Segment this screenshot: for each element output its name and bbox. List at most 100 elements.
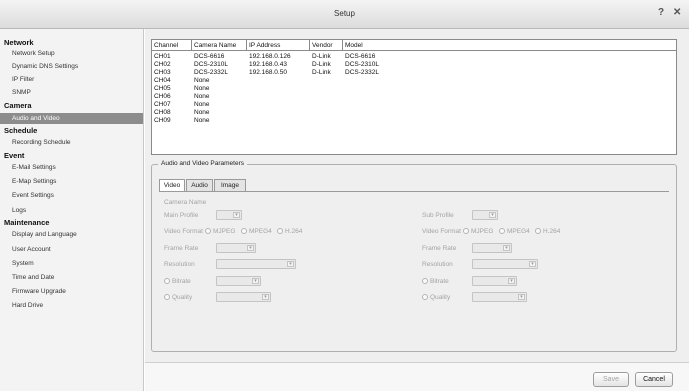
main-resolution-select[interactable]: ▾ (216, 259, 296, 269)
main-panel: Channel Camera Name IP Address Vendor Mo… (145, 29, 689, 362)
cell-channel: CH04 (154, 77, 171, 84)
cell-channel: CH09 (154, 117, 171, 124)
sidebar-item-event-settings[interactable]: Event Settings (12, 190, 143, 201)
sub-profile-select[interactable]: ▾ (472, 210, 498, 220)
cell-camera-name: DCS-2310L (194, 61, 228, 68)
tab-divider (159, 191, 669, 192)
table-row[interactable]: CH04 None (152, 77, 676, 85)
col-channel[interactable]: Channel (152, 40, 192, 51)
sidebar-item-firmware-upgrade[interactable]: Firmware Upgrade (12, 286, 143, 297)
window-title: Setup (334, 9, 355, 18)
sidebar-item-dynamic-dns[interactable]: Dynamic DNS Settings (12, 61, 143, 72)
cell-channel: CH01 (154, 53, 171, 60)
table-row[interactable]: CH09 None (152, 117, 676, 125)
sidebar-group-maintenance: Maintenance (4, 218, 50, 227)
main-profile-select[interactable]: ▾ (216, 210, 242, 220)
sub-format-mjpeg-radio[interactable] (463, 228, 469, 234)
sub-bitrate-label: Bitrate (430, 278, 449, 285)
help-icon[interactable]: ? (658, 8, 664, 18)
main-format-mjpeg-label: MJPEG (213, 228, 236, 235)
chevron-down-icon: ▾ (247, 245, 254, 251)
table-row[interactable]: CH07 None (152, 101, 676, 109)
sidebar-item-snmp[interactable]: SNMP (12, 87, 143, 98)
table-row[interactable]: CH05 None (152, 85, 676, 93)
cell-camera-name: None (194, 77, 210, 84)
chevron-down-icon: ▾ (508, 278, 515, 284)
main-quality-select[interactable]: ▾ (216, 292, 271, 302)
main-bitrate-select[interactable]: ▾ (216, 276, 261, 286)
sidebar-item-network-setup[interactable]: Network Setup (12, 48, 143, 59)
sub-bitrate-select[interactable]: ▾ (472, 276, 517, 286)
sub-bitrate-radio[interactable] (422, 278, 428, 284)
table-row[interactable]: CH06 None (152, 93, 676, 101)
close-icon[interactable]: ✕ (673, 8, 681, 18)
sidebar-item-email-settings[interactable]: E-Mail Settings (12, 162, 143, 173)
sub-format-mpeg4-radio[interactable] (499, 228, 505, 234)
main-frame-rate-select[interactable]: ▾ (216, 243, 256, 253)
cancel-button[interactable]: Cancel (635, 372, 673, 387)
sub-format-h264-radio[interactable] (535, 228, 541, 234)
sub-quality-label: Quality (430, 294, 451, 301)
sub-quality-radio[interactable] (422, 294, 428, 300)
cell-model: DCS-2310L (345, 61, 379, 68)
main-bitrate-radio[interactable] (164, 278, 170, 284)
main-bitrate-label: Bitrate (172, 278, 191, 285)
chevron-down-icon: ▾ (252, 278, 259, 284)
sub-quality-select[interactable]: ▾ (472, 292, 527, 302)
sidebar-group-network: Network (4, 38, 34, 47)
sidebar-item-audio-video[interactable]: Audio and Video (0, 113, 143, 124)
sidebar-item-hard-drive[interactable]: Hard Drive (12, 300, 143, 311)
cell-channel: CH03 (154, 69, 171, 76)
cell-channel: CH08 (154, 109, 171, 116)
table-row[interactable]: CH08 None (152, 109, 676, 117)
main-format-h264-radio[interactable] (277, 228, 283, 234)
sidebar-group-event: Event (4, 151, 25, 160)
col-model[interactable]: Model (343, 40, 678, 51)
tab-audio[interactable]: Audio (186, 179, 213, 191)
col-vendor[interactable]: Vendor (310, 40, 343, 51)
sidebar-nav: Network Network Setup Dynamic DNS Settin… (0, 29, 144, 391)
cell-model: DCS-6616 (345, 53, 376, 60)
table-row[interactable]: CH01 DCS-6616 192.168.0.126 D-Link DCS-6… (152, 53, 676, 61)
chevron-down-icon: ▾ (503, 245, 510, 251)
sidebar-item-logs[interactable]: Logs (12, 205, 143, 216)
tab-video[interactable]: Video (159, 179, 185, 191)
main-format-mpeg4-radio[interactable] (241, 228, 247, 234)
cell-channel: CH05 (154, 85, 171, 92)
main-quality-label: Quality (172, 294, 193, 301)
table-row[interactable]: CH02 DCS-2310L 192.168.0.43 D-Link DCS-2… (152, 61, 676, 69)
sidebar-item-recording-schedule[interactable]: Recording Schedule (12, 137, 143, 148)
save-button[interactable]: Save (593, 372, 629, 387)
sub-format-mpeg4-label: MPEG4 (507, 228, 530, 235)
table-row[interactable]: CH03 DCS-2332L 192.168.0.50 D-Link DCS-2… (152, 69, 676, 77)
sidebar-item-system[interactable]: System (12, 258, 143, 269)
sidebar-item-ip-filter[interactable]: IP Filter (12, 74, 143, 85)
main-format-mpeg4-label: MPEG4 (249, 228, 272, 235)
chevron-down-icon: ▾ (233, 212, 240, 218)
cell-vendor: D-Link (312, 69, 331, 76)
main-resolution-label: Resolution (164, 261, 195, 268)
sub-frame-rate-select[interactable]: ▾ (472, 243, 512, 253)
col-ip-address[interactable]: IP Address (247, 40, 310, 51)
sidebar-item-emap-settings[interactable]: E-Map Settings (12, 176, 143, 187)
chevron-down-icon: ▾ (518, 294, 525, 300)
sub-resolution-label: Resolution (422, 261, 453, 268)
main-format-mjpeg-radio[interactable] (205, 228, 211, 234)
cell-camera-name: DCS-2332L (194, 69, 228, 76)
tab-image[interactable]: Image (214, 179, 246, 191)
main-quality-radio[interactable] (164, 294, 170, 300)
sub-profile-label: Sub Profile (422, 212, 454, 219)
cell-channel: CH07 (154, 101, 171, 108)
sidebar-item-time-date[interactable]: Time and Date (12, 272, 143, 283)
col-camera-name[interactable]: Camera Name (192, 40, 247, 51)
sub-resolution-select[interactable]: ▾ (472, 259, 538, 269)
main-video-format-label: Video Format (164, 228, 203, 235)
chevron-down-icon: ▾ (287, 261, 294, 267)
sidebar-item-user-account[interactable]: User Account (12, 244, 143, 255)
cell-camera-name: DCS-6616 (194, 53, 225, 60)
chevron-down-icon: ▾ (529, 261, 536, 267)
camera-name-label: Camera Name (164, 199, 207, 206)
sidebar-item-display-language[interactable]: Display and Language (12, 229, 143, 240)
channel-table-header: Channel Camera Name IP Address Vendor Mo… (152, 40, 676, 51)
footer-bar: Save Cancel (145, 362, 689, 391)
